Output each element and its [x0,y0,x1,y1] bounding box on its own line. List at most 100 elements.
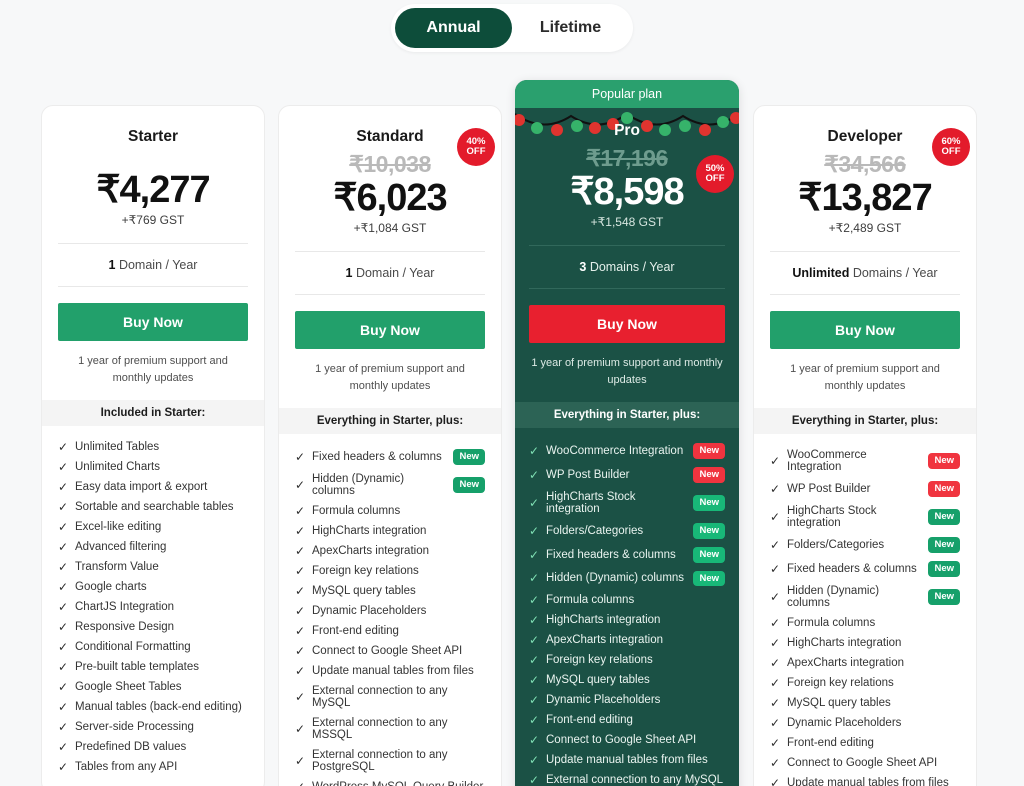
features-section-header: Everything in Starter, plus: [754,408,976,435]
toggle-option-annual[interactable]: Annual [395,8,512,48]
feature-item: ✓ Update manual tables from files [529,750,725,770]
check-icon: ✓ [529,633,540,648]
check-icon: ✓ [770,735,781,750]
domain-suffix: Domain / Year [355,266,435,281]
feature-item: ✓ Foreign key relations [529,650,725,670]
feature-item: ✓ Update manual tables from files [770,773,960,786]
check-icon: ✓ [770,561,781,576]
check-icon: ✓ [295,503,306,518]
feature-label: External connection to any MySQL [546,774,724,786]
check-icon: ✓ [529,495,540,510]
feature-label: Hidden (Dynamic) columns [312,472,405,497]
feature-label: Transform Value [75,561,159,574]
discount-badge: 60% OFF [932,128,970,166]
check-icon: ✓ [770,655,781,670]
feature-item: ✓ Predefined DB values [58,737,248,757]
buy-now-button-pro[interactable]: Buy Now [529,305,725,344]
check-icon: ✓ [529,613,540,628]
current-price: ₹6,023 [333,177,447,219]
feature-label: WooCommerce Integration [787,449,867,474]
check-icon: ✓ [529,593,540,608]
pricing-page: Annual Lifetime Starter ₹4,277 +₹769 GST 1… [0,0,1024,786]
domain-count: 1 [108,258,116,273]
check-icon: ✓ [58,620,69,635]
feature-label: Foreign key relations [787,676,894,689]
plan-name: Developer [827,128,903,145]
check-icon: ✓ [295,583,306,598]
feature-item: ✓ Fixed headers & columns New [295,445,485,469]
feature-label: Easy data import & export [75,481,208,494]
feature-item: ✓ Folders/Categories New [770,533,960,557]
new-badge: New [453,476,485,493]
toggle-option-lifetime[interactable]: Lifetime [512,8,629,48]
feature-item: ✓ Conditional Formatting [58,637,248,657]
feature-item: ✓ MySQL query tables [529,670,725,690]
new-badge: New [693,443,725,459]
feature-label: Conditional Formatting [75,641,191,654]
check-icon: ✓ [58,520,69,535]
domain-allowance: 1 Domain / Year [295,251,485,296]
buy-now-button-developer[interactable]: Buy Now [770,311,960,350]
card-body-developer: 60% OFF Developer ₹34,566 ₹13,827 +₹2,489 G… [754,106,976,786]
new-badge: New [693,546,725,563]
check-icon: ✓ [295,477,306,492]
check-icon: ✓ [529,713,540,728]
check-icon: ✓ [295,623,306,638]
feature-item: ✓ Folders/Categories New [529,519,725,543]
feature-item: ✓ Manual tables (back-end editing) [58,697,248,717]
buy-now-button-standard[interactable]: Buy Now [295,311,485,350]
feature-label: HighCharts integration [787,636,902,649]
feature-item: ✓ Advanced filtering [58,537,248,557]
check-icon: ✓ [58,660,69,675]
features-section-header: Included in Starter: [42,400,264,427]
discount-off-label: OFF [705,173,725,184]
check-icon: ✓ [58,700,69,715]
feature-label: Front-end editing [312,624,399,637]
domain-count: 1 [345,266,353,281]
feature-label: Predefined DB values [75,741,187,754]
domain-suffix: Domains / Year [589,260,675,275]
billing-period-toggle[interactable]: Annual Lifetime [391,4,633,52]
feature-label: WP Post Builder [546,468,630,481]
feature-list: ✓ Unlimited Tables ✓ Unlimited Charts ✓ … [58,426,248,777]
check-icon: ✓ [529,733,540,748]
check-icon: ✓ [529,773,540,786]
feature-item: ✓ Fixed headers & columns New [529,543,725,567]
feature-label: Update manual tables from files [787,776,949,786]
feature-label: Formula columns [546,594,635,607]
buy-now-button-starter[interactable]: Buy Now [58,303,248,342]
check-icon: ✓ [770,635,781,650]
feature-item: ✓ HighCharts Stock integration New [770,501,960,533]
feature-item: ✓ Google Sheet Tables [58,677,248,697]
check-icon: ✓ [295,753,306,768]
check-icon: ✓ [529,547,540,562]
feature-item: ✓ WooCommerce Integration New [770,445,960,477]
feature-label: Dynamic Placeholders [546,694,661,707]
feature-label: WP Post Builder [787,482,871,495]
feature-item: ✓ Easy data import & export [58,477,248,497]
feature-item: ✓ Tables from any API [58,757,248,777]
domain-allowance: Unlimited Domains / Year [770,251,960,296]
support-note: 1 year of premium support and monthly up… [531,357,723,386]
check-icon: ✓ [58,720,69,735]
feature-item: ✓ Dynamic Placeholders [529,690,725,710]
feature-item: ✓ Google charts [58,577,248,597]
feature-item: ✓ Front-end editing [295,621,485,641]
feature-label: Manual tables (back-end editing) [75,701,242,714]
feature-item: ✓ Foreign key relations [295,561,485,581]
current-price: ₹4,277 [96,169,210,211]
check-icon: ✓ [58,560,69,575]
feature-label: External connection to any PostgreSQL [312,748,448,773]
original-price: ₹34,566 [824,151,906,177]
feature-item: ✓ ChartJS Integration [58,597,248,617]
check-icon: ✓ [295,663,306,678]
feature-item: ✓ WordPress MySQL Query Builder [295,777,485,786]
gst-note: +₹1,084 GST [353,221,427,236]
feature-label: HighCharts integration [546,614,661,627]
feature-label: HighCharts integration [312,524,427,537]
check-icon: ✓ [529,523,540,538]
check-icon: ✓ [770,615,781,630]
features-section-header: Everything in Starter, plus: [515,402,739,429]
new-badge: New [693,494,725,511]
feature-label: Connect to Google Sheet API [787,756,938,769]
